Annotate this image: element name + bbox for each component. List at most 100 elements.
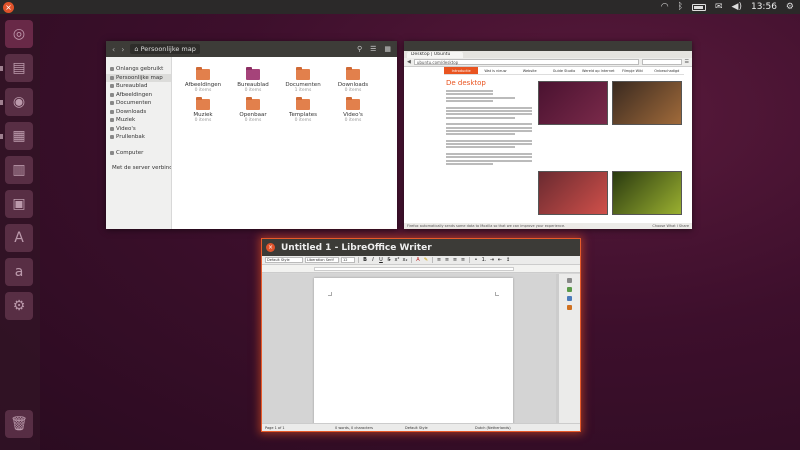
screenshot-thumbnail[interactable] <box>538 81 608 125</box>
files-window[interactable]: ‹ › ⌂ Persoonlijke map ⚲ ☰ ▦ Onlangs geb… <box>106 41 397 229</box>
folder-item[interactable]: Openbaar 0 items <box>228 97 278 123</box>
sidebar-item-trash[interactable]: Prullenbak <box>106 133 171 142</box>
site-nav-item[interactable]: Wereld op Internet <box>581 67 615 74</box>
menu-icon[interactable]: ☰ <box>685 59 689 65</box>
trash-icon[interactable]: 🗑 <box>5 410 33 438</box>
sidebar-item-home[interactable]: Persoonlijke map <box>106 73 171 82</box>
folder-icon <box>346 97 360 110</box>
site-nav-item[interactable]: Guide Studio <box>547 67 581 74</box>
sidebar-item-connect-server[interactable]: Met de server verbinden <box>106 164 171 173</box>
view-list-icon[interactable]: ☰ <box>370 45 376 53</box>
clock[interactable]: 13:56 <box>751 2 777 12</box>
files-icon[interactable]: ▤ <box>5 54 33 82</box>
document-area[interactable] <box>262 274 558 423</box>
font-size-select[interactable]: 12 <box>341 257 355 263</box>
gear-icon[interactable]: ⚙ <box>786 2 794 12</box>
search-icon[interactable]: ⚲ <box>357 45 362 53</box>
impress-icon[interactable]: ▣ <box>5 190 33 218</box>
align-center-icon[interactable]: ≡ <box>444 257 450 264</box>
numbering-icon[interactable]: 1. <box>481 257 487 264</box>
bluetooth-icon[interactable]: ᛒ <box>678 2 683 12</box>
firefox-titlebar[interactable] <box>404 41 692 51</box>
strikethrough-icon[interactable]: S̶ <box>386 257 392 264</box>
forward-icon[interactable]: › <box>121 45 124 54</box>
site-nav-item[interactable]: Filmpje Wiki <box>615 67 649 74</box>
close-icon[interactable]: × <box>3 1 14 13</box>
choose-share-button[interactable]: Choose What I Share <box>652 223 689 229</box>
site-nav-item[interactable]: Wat is nieuw <box>478 67 512 74</box>
screenshot-thumbnail[interactable] <box>538 171 608 215</box>
highlight-icon[interactable]: ✎ <box>423 257 429 264</box>
screenshot-thumbnail[interactable] <box>612 81 682 125</box>
sidebar-item-videos[interactable]: Video's <box>106 125 171 134</box>
web-content[interactable]: Introductie Wat is nieuw Website Guide S… <box>404 67 692 223</box>
styles-icon[interactable] <box>567 287 572 292</box>
firefox-icon[interactable]: ◉ <box>5 88 33 116</box>
align-left-icon[interactable]: ≡ <box>436 257 442 264</box>
document-page[interactable] <box>314 278 513 423</box>
sidebar-item-pictures[interactable]: Afbeeldingen <box>106 91 171 100</box>
folder-item[interactable]: Video's 0 items <box>328 97 378 123</box>
align-right-icon[interactable]: ≡ <box>452 257 458 264</box>
amazon-icon[interactable]: a <box>5 258 33 286</box>
font-icon[interactable]: A <box>5 224 33 252</box>
folder-item[interactable]: Documenten 1 items <box>278 67 328 93</box>
indent-icon[interactable]: ⇥ <box>489 257 495 264</box>
screenshot-thumbnail[interactable] <box>612 171 682 215</box>
separator <box>432 257 433 263</box>
writer-window[interactable]: × Untitled 1 - LibreOffice Writer Defaul… <box>261 238 581 432</box>
sidebar-item-documents[interactable]: Documenten <box>106 99 171 108</box>
site-nav-item[interactable]: Onbeschadigd <box>650 67 684 74</box>
calc-icon[interactable]: ▥ <box>5 156 33 184</box>
ruler[interactable] <box>262 265 580 273</box>
outdent-icon[interactable]: ⇤ <box>497 257 503 264</box>
folder-item[interactable]: Templates 0 items <box>278 97 328 123</box>
computer-icon <box>110 150 114 155</box>
folder-item[interactable]: Bureaublad 0 items <box>228 67 278 93</box>
language[interactable]: Dutch (Netherlands) <box>475 424 545 431</box>
folder-item[interactable]: Muziek 0 items <box>178 97 228 123</box>
browser-tab[interactable]: Desktop | Ubuntu <box>407 52 463 58</box>
gallery-icon[interactable] <box>567 296 572 301</box>
italic-button[interactable]: I <box>370 257 376 264</box>
site-nav-item[interactable]: Website <box>513 67 547 74</box>
paragraph-style-select[interactable]: Default Style <box>265 257 303 263</box>
location-path[interactable]: ⌂ Persoonlijke map <box>130 44 200 54</box>
properties-icon[interactable] <box>567 278 572 283</box>
view-grid-icon[interactable]: ▦ <box>384 45 391 53</box>
volume-icon[interactable]: ◀) <box>732 2 742 12</box>
subscript-icon[interactable]: x₂ <box>402 257 408 264</box>
url-bar[interactable]: ubuntu.com/desktop <box>413 59 639 65</box>
close-icon[interactable]: × <box>266 243 275 252</box>
dash-icon[interactable]: ◎ <box>5 20 33 48</box>
back-icon[interactable]: ‹ <box>112 45 115 54</box>
files-titlebar[interactable]: ‹ › ⌂ Persoonlijke map ⚲ ☰ ▦ <box>106 41 397 57</box>
font-color-icon[interactable]: A <box>415 257 421 264</box>
wifi-icon[interactable]: ◠ <box>661 2 669 12</box>
writer-icon[interactable]: ▦ <box>5 122 33 150</box>
sidebar-item-downloads[interactable]: Downloads <box>106 108 171 117</box>
bullets-icon[interactable]: • <box>473 257 479 264</box>
sidebar-item-desktop[interactable]: Bureaublad <box>106 82 171 91</box>
superscript-icon[interactable]: x² <box>394 257 400 264</box>
navigator-icon[interactable] <box>567 305 572 310</box>
folder-item[interactable]: Downloads 0 items <box>328 67 378 93</box>
line-spacing-icon[interactable]: ↕ <box>505 257 511 264</box>
firefox-window[interactable]: Desktop | Ubuntu ◀ ubuntu.com/desktop ☰ … <box>404 41 692 229</box>
battery-icon[interactable] <box>692 3 706 11</box>
underline-button[interactable]: U <box>378 257 384 264</box>
sidebar-item-recent[interactable]: Onlangs gebruikt <box>106 65 171 74</box>
bold-button[interactable]: B <box>362 257 368 264</box>
envelope-icon[interactable]: ✉ <box>715 2 723 12</box>
font-name-select[interactable]: Liberation Serif <box>305 257 339 263</box>
settings-icon[interactable]: ⚙ <box>5 292 33 320</box>
site-nav-item[interactable]: Introductie <box>444 67 479 74</box>
sidebar-item-computer[interactable]: Computer <box>106 149 171 158</box>
sidebar-item-music[interactable]: Muziek <box>106 116 171 125</box>
folder-icon <box>110 118 114 123</box>
writer-titlebar[interactable]: × Untitled 1 - LibreOffice Writer <box>262 239 580 256</box>
search-field[interactable] <box>641 59 682 65</box>
folder-item[interactable]: Afbeeldingen 0 items <box>178 67 228 93</box>
back-icon[interactable]: ◀ <box>407 59 411 65</box>
justify-icon[interactable]: ≡ <box>460 257 466 264</box>
